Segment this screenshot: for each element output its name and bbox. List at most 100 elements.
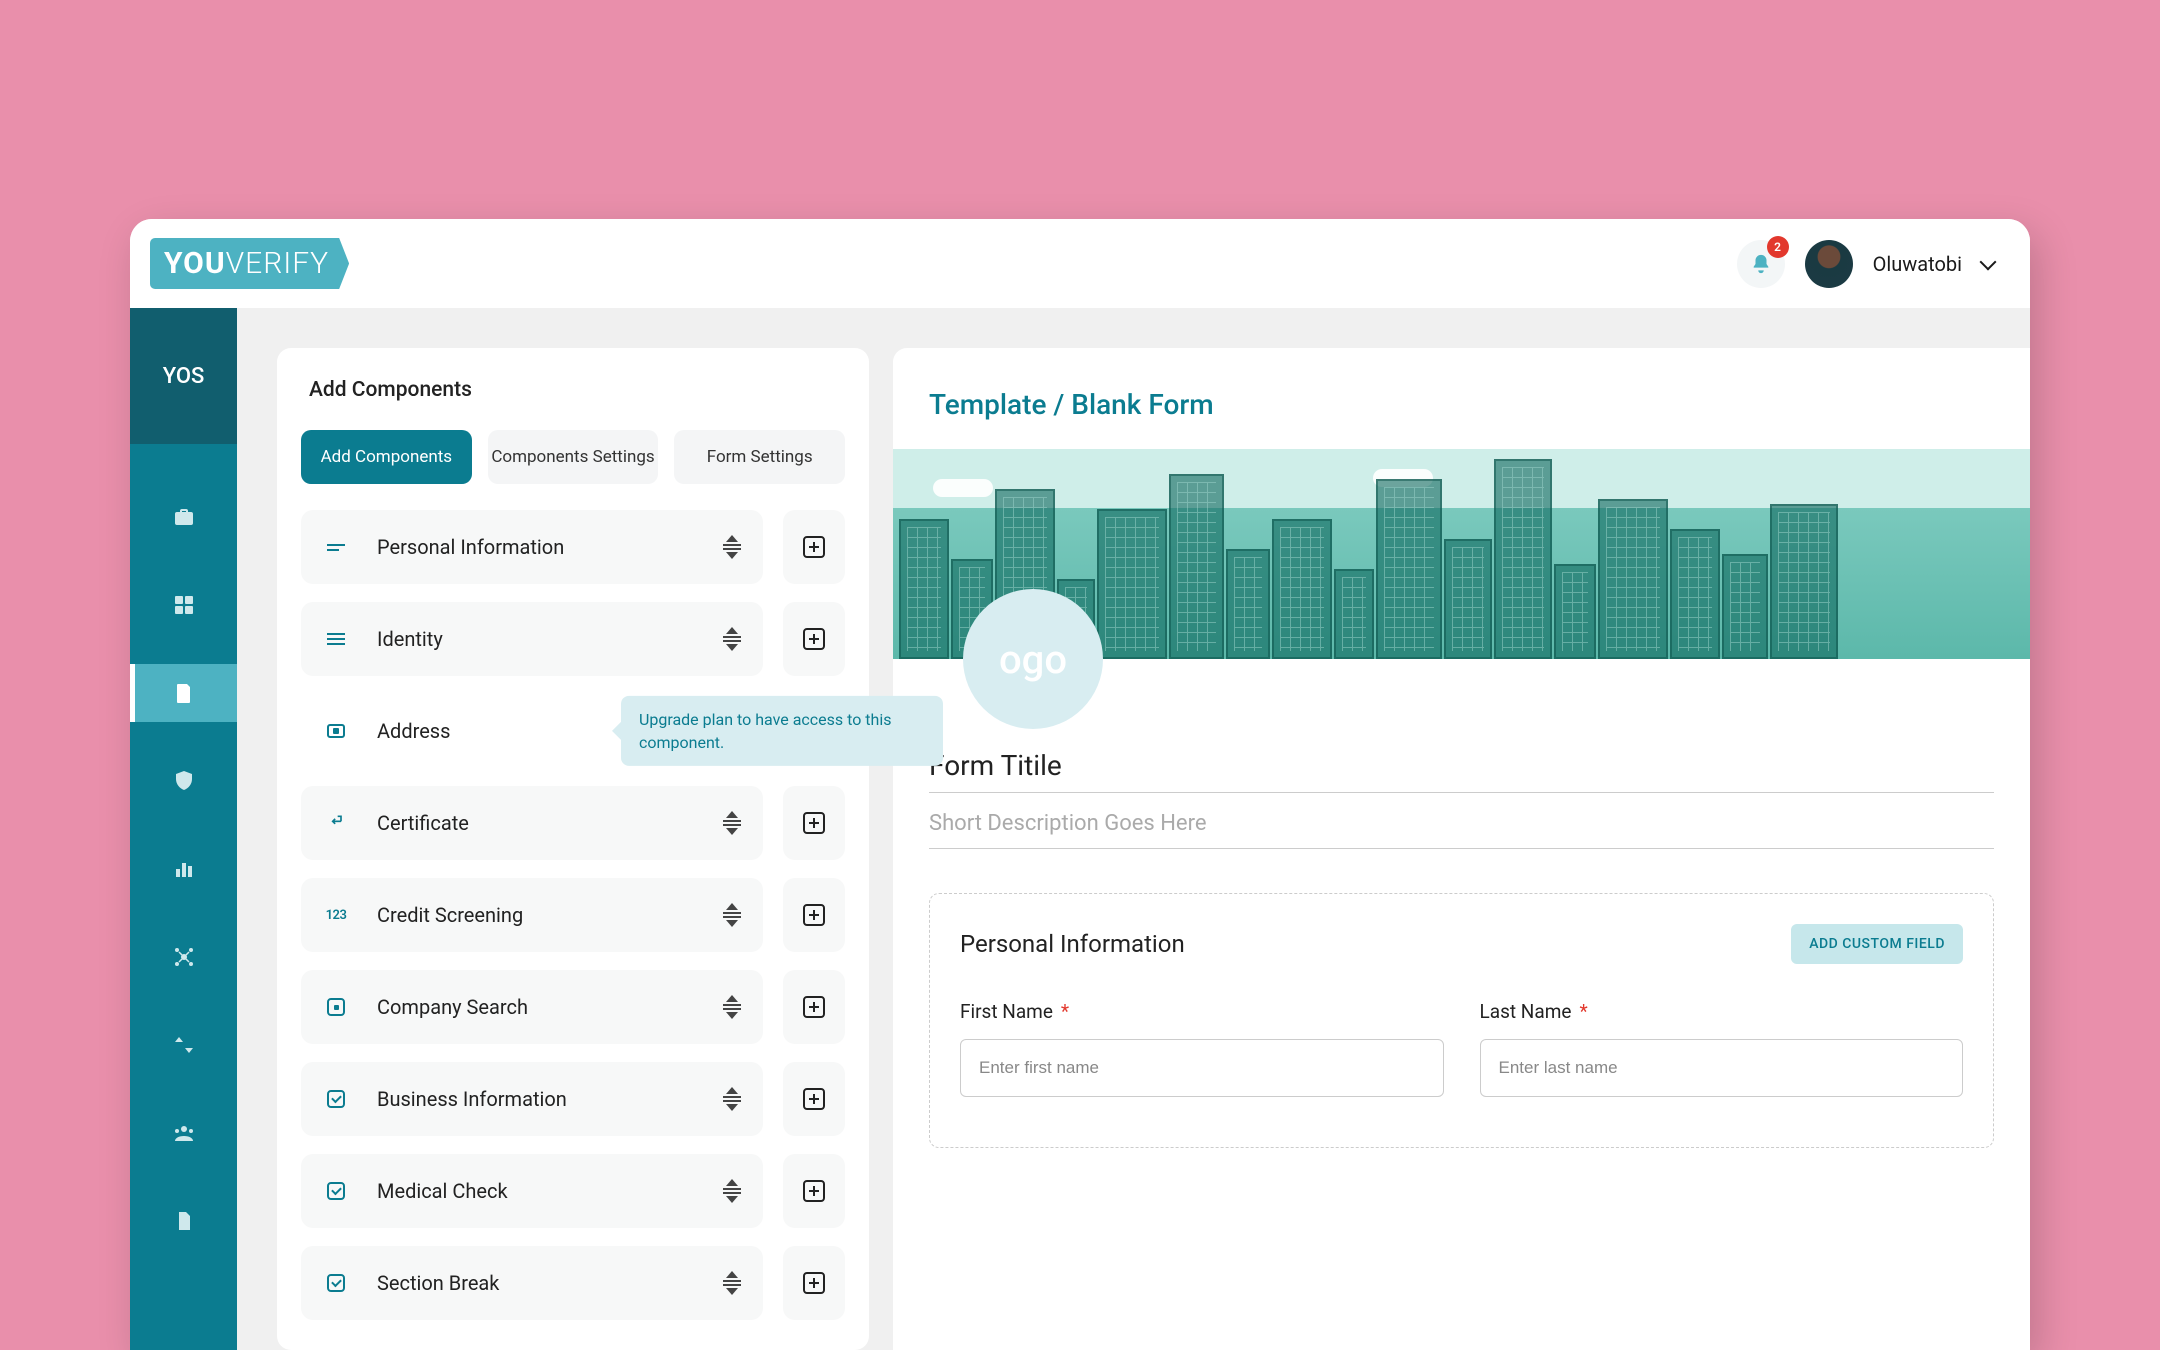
last-name-field: Last Name*: [1480, 1000, 1964, 1097]
component-row: Company Search: [301, 970, 845, 1044]
upgrade-tooltip: Upgrade plan to have access to this comp…: [621, 696, 943, 766]
logo[interactable]: YOUVERIFY: [150, 238, 349, 289]
component-row: Business Information: [301, 1062, 845, 1136]
label-text: Last Name: [1480, 1000, 1572, 1023]
component-medical-check[interactable]: Medical Check: [301, 1154, 763, 1228]
first-name-field: First Name *: [960, 1000, 1444, 1097]
add-component-button[interactable]: [783, 602, 845, 676]
component-row: 123 Credit Screening: [301, 878, 845, 952]
plus-icon: [803, 904, 825, 926]
last-name-input[interactable]: [1480, 1039, 1964, 1097]
nav-sort[interactable]: [130, 1016, 237, 1074]
app-body: YOS Add Components Add Components Compon…: [130, 308, 2030, 1350]
tab-add-components[interactable]: Add Components: [301, 430, 472, 484]
nav-forms[interactable]: [130, 664, 237, 722]
add-component-button[interactable]: [783, 878, 845, 952]
logo-you: YOU: [164, 246, 226, 281]
drag-handle-icon[interactable]: [723, 811, 741, 835]
plus-icon: [803, 1180, 825, 1202]
nav-file[interactable]: [130, 1192, 237, 1250]
add-component-button[interactable]: [783, 510, 845, 584]
nav-shield[interactable]: [130, 752, 237, 810]
drag-handle-icon[interactable]: [723, 1179, 741, 1203]
component-label: Credit Screening: [377, 903, 695, 927]
drag-handle-icon[interactable]: [723, 627, 741, 651]
component-row: Section Break: [301, 1246, 845, 1320]
briefcase-icon: [172, 505, 196, 529]
drag-handle-icon[interactable]: [723, 1087, 741, 1111]
chart-icon: [172, 857, 196, 881]
field-label: Last Name*: [1480, 1000, 1964, 1023]
logo-placeholder-text: ogo: [999, 636, 1067, 683]
form-title-input[interactable]: Form Titile: [929, 749, 1994, 793]
component-label: Medical Check: [377, 1179, 695, 1203]
form-logo-placeholder[interactable]: ogo: [963, 589, 1103, 729]
form-section: Personal Information ADD CUSTOM FIELD Fi…: [929, 893, 1994, 1148]
notifications-button[interactable]: 2: [1737, 240, 1785, 288]
component-identity[interactable]: Identity: [301, 602, 763, 676]
component-personal-information[interactable]: Personal Information: [301, 510, 763, 584]
nav-grid[interactable]: [130, 576, 237, 634]
panel-tabs: Add Components Components Settings Form …: [301, 430, 845, 484]
component-company-search[interactable]: Company Search: [301, 970, 763, 1044]
component-business-information[interactable]: Business Information: [301, 1062, 763, 1136]
component-certificate[interactable]: Certificate: [301, 786, 763, 860]
plus-icon: [803, 1272, 825, 1294]
component-label: Section Break: [377, 1271, 695, 1295]
user-name: Oluwatobi: [1873, 252, 1962, 276]
nav-briefcase[interactable]: [130, 488, 237, 546]
component-row: Address Upgrade plan to have access to t…: [301, 694, 845, 768]
section-title: Personal Information: [960, 930, 1185, 958]
first-name-input[interactable]: [960, 1039, 1444, 1097]
add-component-button[interactable]: [783, 1062, 845, 1136]
add-component-button[interactable]: [783, 786, 845, 860]
file-icon: [172, 1209, 196, 1233]
notification-badge: 2: [1767, 236, 1789, 258]
component-label: Company Search: [377, 995, 695, 1019]
drag-handle-icon[interactable]: [723, 1271, 741, 1295]
component-row: Medical Check: [301, 1154, 845, 1228]
component-label: Personal Information: [377, 535, 695, 559]
avatar[interactable]: [1805, 240, 1853, 288]
card-icon: [323, 718, 349, 744]
nav-team[interactable]: [130, 1104, 237, 1162]
form-banner[interactable]: ogo: [893, 449, 2030, 659]
checkbox-icon: [323, 1086, 349, 1112]
form-area: Form Titile Short Description Goes Here …: [893, 659, 2030, 1148]
add-component-button[interactable]: [783, 1154, 845, 1228]
sidebar-header[interactable]: YOS: [130, 308, 237, 444]
component-credit-screening[interactable]: 123 Credit Screening: [301, 878, 763, 952]
chevron-down-icon[interactable]: [1980, 253, 1997, 270]
network-icon: [172, 945, 196, 969]
form-description-input[interactable]: Short Description Goes Here: [929, 811, 1994, 849]
checkbox-icon: [323, 1270, 349, 1296]
component-section-break[interactable]: Section Break: [301, 1246, 763, 1320]
bell-icon: [1750, 253, 1772, 275]
team-icon: [172, 1121, 196, 1145]
tab-components-settings[interactable]: Components Settings: [488, 430, 659, 484]
return-arrow-icon: [323, 810, 349, 836]
field-label: First Name *: [960, 1000, 1444, 1023]
plus-icon: [803, 628, 825, 650]
tab-form-settings[interactable]: Form Settings: [674, 430, 845, 484]
plus-icon: [803, 1088, 825, 1110]
sidebar: YOS: [130, 308, 237, 1350]
plus-icon: [803, 812, 825, 834]
add-custom-field-button[interactable]: ADD CUSTOM FIELD: [1791, 924, 1963, 964]
drag-handle-icon[interactable]: [723, 535, 741, 559]
label-text: First Name: [960, 1000, 1053, 1023]
drag-handle-icon[interactable]: [723, 995, 741, 1019]
nav-chart[interactable]: [130, 840, 237, 898]
required-asterisk: *: [1061, 1000, 1069, 1023]
drag-handle-icon[interactable]: [723, 903, 741, 927]
numbers-icon: 123: [323, 902, 349, 928]
component-row: Personal Information: [301, 510, 845, 584]
grid-icon: [172, 593, 196, 617]
nav-network[interactable]: [130, 928, 237, 986]
shield-icon: [172, 769, 196, 793]
add-component-button[interactable]: [783, 1246, 845, 1320]
add-component-button[interactable]: [783, 970, 845, 1044]
topbar-right: 2 Oluwatobi: [1737, 240, 1994, 288]
sidebar-nav: [130, 444, 237, 1280]
dot-box-icon: [323, 994, 349, 1020]
